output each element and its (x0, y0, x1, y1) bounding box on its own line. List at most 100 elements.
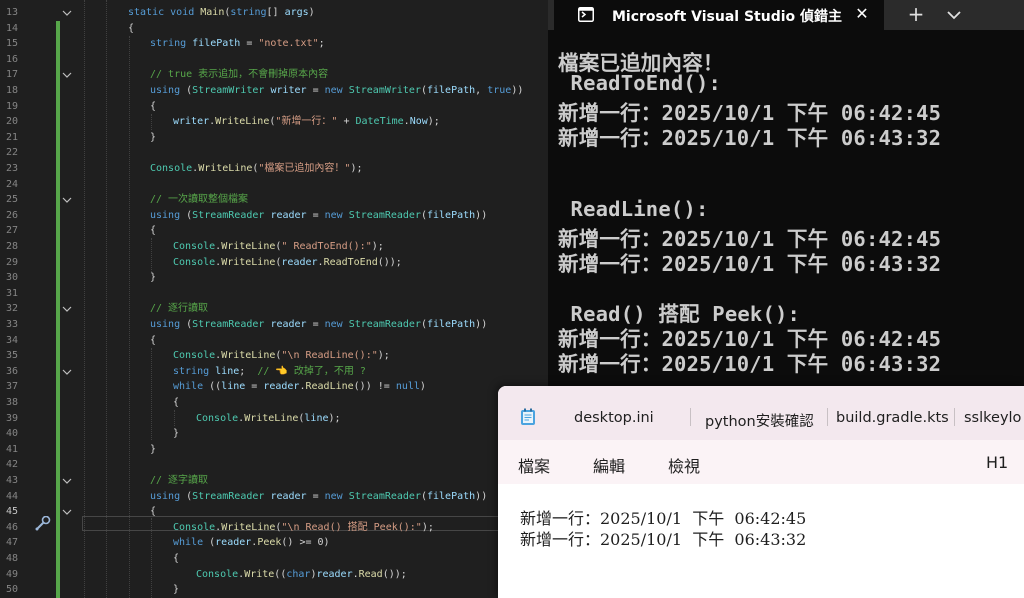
code-text: using (StreamReader reader = new StreamR… (150, 490, 488, 502)
line-number: 26 (5, 209, 18, 221)
code-line[interactable]: 24 (0, 177, 548, 193)
chevron-down-icon[interactable] (944, 5, 964, 25)
code-line[interactable]: 20 writer.WriteLine("新增一行：" + DateTime.No… (0, 114, 548, 130)
code-line[interactable]: 40} (0, 426, 548, 442)
new-tab-button[interactable]: + (904, 3, 928, 25)
menu-edit[interactable]: 編輯 (593, 453, 625, 477)
code-line[interactable]: 22 (0, 145, 548, 161)
line-number: 40 (5, 428, 18, 440)
code-line[interactable]: 37 while ((line = reader.ReadLine()) != n… (0, 379, 548, 395)
close-icon[interactable]: ✕ (852, 4, 872, 24)
code-line[interactable]: 42 (0, 457, 548, 473)
console-output-line: 新增一行：2025/10/1 下午 06:43:32 (558, 126, 942, 151)
code-line[interactable]: 44 using (StreamReader reader = new Strea… (0, 489, 548, 505)
notepad-icon (520, 408, 536, 426)
line-number: 15 (5, 38, 18, 50)
code-line[interactable]: 23 Console.WriteLine("檔案已追加內容！"); (0, 161, 548, 177)
code-text: } (173, 584, 180, 596)
code-line[interactable]: 13 static void Main(string[] args) (0, 5, 548, 21)
code-line[interactable]: 16 (0, 52, 548, 68)
line-number: 42 (5, 459, 18, 471)
code-text: { (173, 397, 180, 408)
notepad-text-area[interactable]: 新增一行：2025/10/1 下午 06:42:45 新增一行：2025/10/1… (520, 508, 806, 550)
code-line[interactable]: 45 { (0, 504, 548, 520)
notepad-tab-sslkeylog[interactable]: sslkeylo (964, 410, 1021, 426)
notepad-tab-build-gradle[interactable]: build.gradle.kts (836, 410, 949, 426)
notepad-tab-desktop-ini[interactable]: desktop.ini (574, 410, 654, 426)
console-tab[interactable]: Microsoft Visual Studio 偵錯主 ✕ (554, 0, 884, 30)
code-line[interactable]: 30} (0, 270, 548, 286)
code-line[interactable]: 39 Console.WriteLine(line); (0, 411, 548, 427)
menu-file[interactable]: 檔案 (518, 453, 550, 477)
fold-chevron-icon[interactable] (62, 301, 72, 317)
code-line[interactable]: 38 { (0, 395, 548, 411)
line-number: 17 (5, 69, 18, 81)
line-number: 38 (5, 397, 18, 408)
code-text: // 一次讀取整個檔案 (150, 194, 249, 206)
fold-chevron-icon[interactable] (62, 364, 72, 380)
console-output-line: 新增一行：2025/10/1 下午 06:43:32 (558, 352, 942, 377)
console-tab-title: Microsoft Visual Studio 偵錯主 (612, 9, 843, 25)
menu-view[interactable]: 檢視 (668, 453, 700, 477)
code-line[interactable]: 27 { (0, 223, 548, 239)
line-number: 32 (5, 303, 18, 315)
line-number: 35 (5, 350, 18, 362)
notepad-window[interactable]: desktop.ini python安裝確認 build.gradle.kts … (498, 386, 1024, 598)
code-line[interactable]: 34 { (0, 333, 548, 349)
code-text: Console.Write((char)reader.Read()); (196, 568, 407, 580)
heading-dropdown[interactable]: H1 (986, 453, 1008, 472)
code-line[interactable]: 47 while (reader.Peek() >= 0) (0, 535, 548, 551)
code-line[interactable]: 41} (0, 442, 548, 458)
line-number: 31 (5, 287, 18, 299)
fold-chevron-icon[interactable] (62, 504, 72, 520)
code-line[interactable]: 46 Console.WriteLine("\n Read() 搭配 Peek()… (0, 520, 548, 536)
code-line[interactable]: 33 using (StreamReader reader = new Strea… (0, 317, 548, 333)
fold-chevron-icon[interactable] (62, 5, 72, 21)
line-number: 39 (5, 412, 18, 424)
code-line[interactable]: 31 (0, 286, 548, 302)
code-line[interactable]: 50} (0, 582, 548, 598)
code-line[interactable]: 25 // 一次讀取整個檔案 (0, 192, 548, 208)
notepad-tab-python[interactable]: python安裝確認 (705, 410, 814, 431)
fold-chevron-icon[interactable] (62, 192, 72, 208)
line-number: 44 (5, 490, 18, 502)
code-line[interactable]: 21} (0, 130, 548, 146)
terminal-icon (578, 7, 594, 22)
line-number: 29 (5, 256, 18, 268)
code-line[interactable]: 29 Console.WriteLine(reader.ReadToEnd()); (0, 255, 548, 271)
code-line[interactable]: 26 using (StreamReader reader = new Strea… (0, 208, 548, 224)
code-line[interactable]: 17 // true 表示追加，不會刪掉原本內容 (0, 67, 548, 83)
line-number: 25 (5, 194, 18, 206)
line-number: 23 (5, 163, 18, 174)
notepad-line: 新增一行：2025/10/1 下午 06:43:32 (520, 530, 807, 549)
code-text: Console.WriteLine("\n ReadLine():"); (173, 350, 390, 362)
code-line[interactable]: 32 // 逐行讀取 (0, 301, 548, 317)
line-number: 41 (5, 443, 18, 455)
line-number: 43 (5, 475, 18, 486)
code-line[interactable]: 28 Console.WriteLine(" ReadToEnd():"); (0, 239, 548, 255)
line-number: 37 (5, 381, 18, 393)
code-editor[interactable]: 13 static void Main(string[] args) 14 {15 st… (0, 0, 548, 598)
code-line[interactable]: 48 { (0, 551, 548, 567)
line-number: 45 (5, 506, 18, 518)
code-line[interactable]: 43 // 逐字讀取 (0, 473, 548, 489)
line-number: 18 (5, 85, 18, 96)
code-text: } (150, 443, 157, 455)
code-line[interactable]: 14 { (0, 21, 548, 37)
fold-chevron-icon[interactable] (62, 473, 72, 489)
code-line[interactable]: 36 string line; // 👈 改掉了，不用 ? (0, 364, 548, 380)
code-line[interactable]: 19 { (0, 99, 548, 115)
code-line[interactable]: 18 using (StreamWriter writer = new Strea… (0, 83, 548, 99)
code-text: Console.WriteLine(reader.ReadToEnd()); (173, 256, 402, 268)
fold-chevron-icon[interactable] (62, 67, 72, 83)
notepad-line: 新增一行：2025/10/1 下午 06:42:45 (520, 509, 807, 528)
line-number: 28 (5, 241, 18, 252)
code-text: { (150, 334, 157, 346)
code-line[interactable]: 49 Console.Write((char)reader.Read()); (0, 567, 548, 583)
notepad-tab-bar: desktop.ini python安裝確認 build.gradle.kts … (498, 386, 1024, 440)
code-text: using (StreamReader reader = new StreamR… (150, 209, 488, 221)
code-line[interactable]: 15 string filePath = "note.txt"; (0, 36, 548, 52)
line-number: 27 (5, 225, 18, 237)
code-line[interactable]: 35 Console.WriteLine("\n ReadLine():"); (0, 348, 548, 364)
tab-divider (690, 408, 691, 426)
